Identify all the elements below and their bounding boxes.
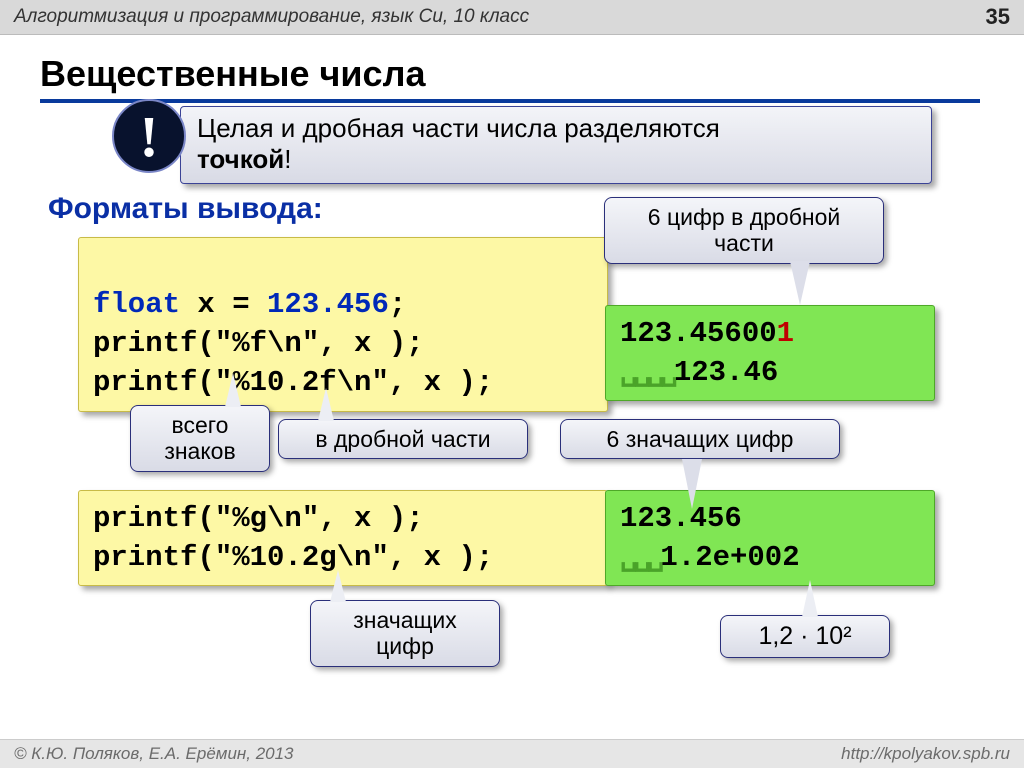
page-number: 35 xyxy=(986,4,1010,30)
page-title: Вещественные числа xyxy=(40,53,980,103)
callout-total-chars: всего знаков xyxy=(130,405,270,472)
subject: Алгоритмизация и программирование, язык … xyxy=(14,6,529,28)
note-line1: Целая и дробная части числа разделяются xyxy=(197,113,720,143)
note-bold: точкой xyxy=(197,144,284,174)
callout-6-digits-fractional: 6 цифр в дробной части xyxy=(604,197,884,264)
url: http://kpolyakov.spb.ru xyxy=(841,744,1010,764)
copyright: © К.Ю. Поляков, Е.А. Ерёмин, 2013 xyxy=(14,744,294,764)
header-bar: Алгоритмизация и программирование, язык … xyxy=(0,0,1024,35)
output-block-1: 123.456001 ␣␣␣␣123.46 xyxy=(605,305,935,401)
callout-fractional-part: в дробной части xyxy=(278,419,528,459)
note-box: Целая и дробная части числа разделяются … xyxy=(180,106,932,184)
callout-6-significant: 6 значащих цифр xyxy=(560,419,840,459)
output-block-2: 123.456 ␣␣␣1.2e+002 xyxy=(605,490,935,586)
code-block-1: float x = 123.456; printf("%f\n", x ); p… xyxy=(78,237,608,412)
exclamation-icon: ! xyxy=(112,99,186,173)
note-excl: ! xyxy=(284,144,291,174)
subtitle-formats: Форматы вывода: xyxy=(48,192,323,226)
footer: © К.Ю. Поляков, Е.А. Ерёмин, 2013 http:/… xyxy=(0,739,1024,768)
callout-significant-digits: значащих цифр xyxy=(310,600,500,667)
callout-sci-notation: 1,2 · 10² xyxy=(720,615,890,658)
